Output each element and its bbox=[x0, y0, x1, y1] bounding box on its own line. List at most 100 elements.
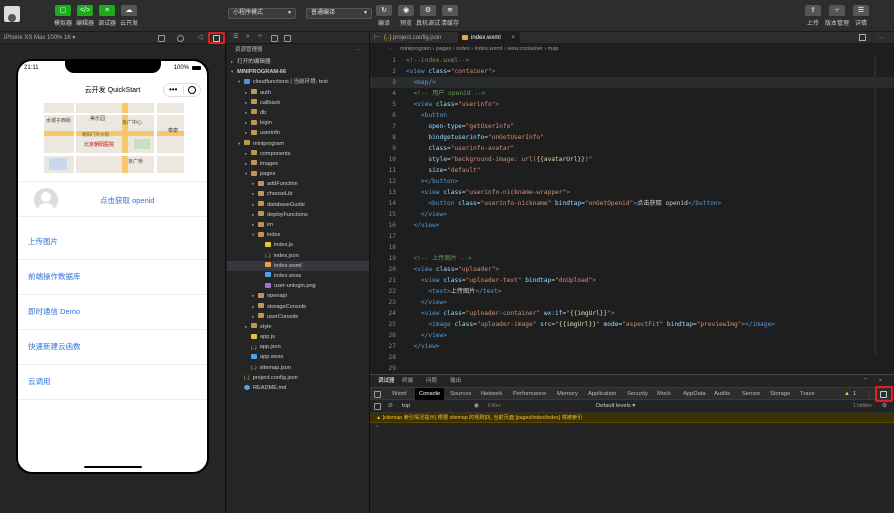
tab-index-wxml[interactable]: index.wxml × bbox=[458, 32, 520, 44]
tree-item[interactable]: index.js bbox=[227, 240, 369, 250]
get-openid-button[interactable]: 点击获取 openid bbox=[100, 195, 155, 206]
code-line[interactable]: 22 <text>上传图片</text> bbox=[370, 286, 894, 297]
tree-item[interactable]: ▸ chooseLib bbox=[227, 189, 369, 199]
debugger-top-tab[interactable]: 调试器 bbox=[378, 375, 395, 387]
toolbar-button-2[interactable]: ☰ 详情 bbox=[844, 5, 878, 27]
feature-list-item[interactable]: 前端操作数据库 bbox=[18, 260, 207, 295]
close-icon[interactable]: × bbox=[511, 32, 515, 44]
code-line[interactable]: 3 <map/> bbox=[370, 77, 894, 88]
code-line[interactable]: 8 bindgetuserinfo="onGetUserInfo" bbox=[370, 132, 894, 143]
feature-list-item[interactable]: 云调用 bbox=[18, 365, 207, 400]
code-line[interactable]: 4 <!-- 用户 openid --> bbox=[370, 88, 894, 99]
debugger-top-tab[interactable]: 终端 bbox=[402, 375, 413, 387]
list-icon[interactable]: ☰ bbox=[233, 34, 240, 41]
inspect-icon[interactable] bbox=[374, 391, 381, 398]
phone-icon[interactable] bbox=[158, 35, 165, 42]
devtools-tab[interactable]: Sources bbox=[446, 388, 475, 400]
close-circle-icon[interactable] bbox=[188, 86, 196, 94]
tree-item[interactable]: ▸ openapi bbox=[227, 291, 369, 301]
code-line[interactable]: 16 </view> bbox=[370, 220, 894, 231]
code-line[interactable]: 17 bbox=[370, 231, 894, 242]
code-line[interactable]: 11 size="default" bbox=[370, 165, 894, 176]
tree-item[interactable]: index.wxml bbox=[227, 260, 369, 271]
open-editors-section[interactable]: ▸ 打开的编辑器 bbox=[227, 57, 369, 67]
code-line[interactable]: 2 <view class="container"> bbox=[370, 66, 894, 77]
tree-item[interactable]: ▸ db bbox=[227, 108, 369, 118]
devtools-tab[interactable]: Console bbox=[415, 388, 445, 400]
scrollbar[interactable] bbox=[874, 55, 876, 355]
tree-item[interactable]: ▸ storageConsole bbox=[227, 302, 369, 312]
tree-item[interactable]: ▸ deployFunctions bbox=[227, 210, 369, 220]
clear-icon[interactable]: ⊘ bbox=[388, 400, 393, 413]
code-line[interactable]: 12 ></button> bbox=[370, 176, 894, 187]
devtools-tab[interactable]: Sensor bbox=[738, 388, 764, 400]
tree-item[interactable]: {..} sitemap.json bbox=[227, 363, 369, 373]
code-line[interactable]: 9 class="userinfo-avatar" bbox=[370, 143, 894, 154]
tree-item[interactable]: app.js bbox=[227, 332, 369, 342]
devtools-tab[interactable]: AppData bbox=[679, 388, 710, 400]
more-icon[interactable]: ⋮ bbox=[866, 388, 872, 400]
capsule-menu[interactable]: ••• bbox=[163, 83, 201, 97]
code-line[interactable]: 18 bbox=[370, 242, 894, 253]
map-view[interactable]: 水城子西街 美乐园 京广中心 泰康 北京朝阳医院 京广桥 朝阳门外大街 bbox=[44, 103, 184, 173]
feature-list-item[interactable]: 即时通信 Demo bbox=[18, 295, 207, 330]
toolbar-button-3[interactable]: ≋ 清缓存 bbox=[433, 5, 467, 27]
sidebar-toggle-icon[interactable] bbox=[374, 403, 381, 410]
debugger-top-tab[interactable]: 输出 bbox=[450, 375, 461, 387]
project-section[interactable]: ▾ MINIPROGRAM-66 bbox=[227, 67, 369, 77]
toolbar-button-3[interactable]: ☁ 云开发 bbox=[112, 5, 146, 27]
code-line[interactable]: 20 <view class="uploader"> bbox=[370, 264, 894, 275]
tree-item[interactable]: ▸ auth bbox=[227, 88, 369, 98]
code-line[interactable]: 1 <!--index.wxml--> bbox=[370, 55, 894, 66]
tree-item[interactable]: README.md bbox=[227, 383, 369, 393]
chevron-up-icon[interactable]: ⌃ bbox=[863, 375, 868, 387]
code-line[interactable]: 28 bbox=[370, 352, 894, 363]
tree-item[interactable]: ▾ index bbox=[227, 230, 369, 240]
code-line[interactable]: 26 </view> bbox=[370, 330, 894, 341]
tree-item[interactable]: {..} app.json bbox=[227, 342, 369, 352]
devtools-tab[interactable]: Wxml bbox=[388, 388, 411, 400]
tree-item[interactable]: ▸ im bbox=[227, 220, 369, 230]
branch-icon[interactable]: ⑂ bbox=[258, 33, 262, 40]
levels-select[interactable]: Default levels ▾ bbox=[596, 400, 635, 413]
eye-icon[interactable]: ◉ bbox=[474, 400, 479, 413]
console-warning[interactable]: ▲ [sitemap 索引情况提示] 根据 sitemap 的规则[0], 当前… bbox=[370, 413, 894, 423]
code-line[interactable]: 29 bbox=[370, 363, 894, 374]
code-line[interactable]: 19 <!-- 上传图片 --> bbox=[370, 253, 894, 264]
code-line[interactable]: 6 <button bbox=[370, 110, 894, 121]
tree-item[interactable]: ▸ components bbox=[227, 149, 369, 159]
search-icon[interactable]: ⌕ bbox=[246, 33, 250, 41]
extensions-icon[interactable] bbox=[284, 35, 291, 42]
tree-item[interactable]: ▸ images bbox=[227, 159, 369, 169]
tree-item[interactable]: ▾ pages bbox=[227, 169, 369, 179]
tree-item[interactable]: ▸ callback bbox=[227, 98, 369, 108]
tab-project-config[interactable]: {..} project.config.json bbox=[380, 32, 466, 44]
tree-item[interactable]: ▸ userConsole bbox=[227, 312, 369, 322]
devtools-tab[interactable]: Trace bbox=[796, 388, 819, 400]
user-avatar[interactable] bbox=[4, 6, 20, 22]
tree-item[interactable]: app.wxss bbox=[227, 352, 369, 362]
feature-list-item[interactable]: 快速新建云函数 bbox=[18, 330, 207, 365]
code-line[interactable]: 27 </view> bbox=[370, 341, 894, 352]
devtools-tab[interactable]: Audits bbox=[710, 388, 734, 400]
tree-item[interactable]: ▸ login bbox=[227, 118, 369, 128]
code-line[interactable]: 25 <image class="uploader-image" src="{{… bbox=[370, 319, 894, 330]
code-line[interactable]: 21 <view class="uploader-text" bindtap="… bbox=[370, 275, 894, 286]
tree-item[interactable]: ▸ style bbox=[227, 322, 369, 332]
gear-icon[interactable]: ⚙ bbox=[882, 400, 887, 413]
devtools-tab[interactable]: Performance bbox=[509, 388, 550, 400]
tree-item[interactable]: ▾ miniprogram bbox=[227, 139, 369, 149]
context-select[interactable]: top bbox=[402, 400, 410, 413]
code-line[interactable]: 13 <view class="userinfo-nickname-wrappe… bbox=[370, 187, 894, 198]
user-avatar-button[interactable] bbox=[34, 188, 58, 212]
tree-item[interactable]: ▾ cloudfunctions | 当前环境: test bbox=[227, 77, 369, 87]
code-line[interactable]: 24 <view class="uploader-container" wx:i… bbox=[370, 308, 894, 319]
back-icon[interactable]: ← bbox=[388, 44, 394, 55]
filter-input[interactable]: Filter bbox=[488, 400, 501, 413]
mode-select[interactable]: 小程序模式 ▼ bbox=[228, 8, 296, 19]
code-line[interactable]: 5 <view class="userinfo"> bbox=[370, 99, 894, 110]
devtools-tab[interactable]: Network bbox=[477, 388, 506, 400]
more-icon[interactable]: ••• bbox=[169, 85, 177, 95]
tree-item[interactable]: index.wxss bbox=[227, 271, 369, 281]
devtools-tab[interactable]: Security bbox=[623, 388, 652, 400]
